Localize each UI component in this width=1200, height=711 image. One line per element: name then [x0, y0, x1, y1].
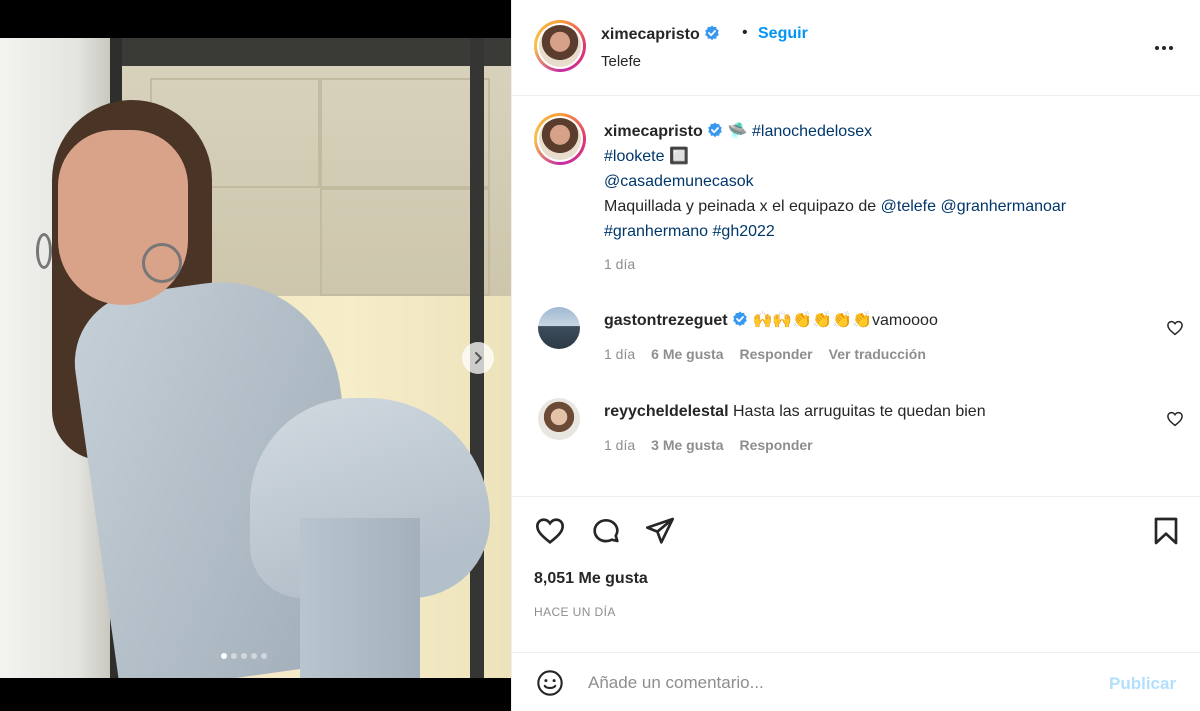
caption-line-3: @casademunecasok: [604, 169, 754, 194]
author-username-text: ximecapristo: [601, 26, 700, 43]
like-heart-icon[interactable]: [534, 515, 566, 547]
comment-body: reyycheldelestal Hasta las arruguitas te…: [604, 399, 986, 424]
heart-icon[interactable]: [1166, 319, 1184, 337]
carousel-dot: [221, 653, 227, 659]
avatar-border: [537, 116, 583, 162]
reply-button[interactable]: Responder: [740, 437, 813, 453]
carousel-dot: [231, 653, 237, 659]
save-bookmark-icon[interactable]: [1150, 515, 1182, 547]
verified-badge-icon: [733, 311, 747, 327]
post-header: ximecapristo • Seguir Telefe: [512, 0, 1200, 96]
emoji-icon[interactable]: [536, 669, 564, 697]
comment-meta: 1 día 3 Me gusta Responder: [604, 437, 813, 453]
comment-likes[interactable]: 3 Me gusta: [651, 437, 723, 453]
author-avatar[interactable]: [534, 20, 586, 72]
add-comment-bar: Publicar: [512, 652, 1200, 711]
verified-badge-icon: [705, 25, 719, 41]
post-timestamp[interactable]: HACE UN DÍA: [534, 605, 616, 619]
chevron-right-icon: [475, 352, 482, 364]
caption-username[interactable]: ximecapristo: [604, 123, 703, 140]
ceiling-tile: [320, 78, 490, 188]
caption-symbol: 🔲: [664, 148, 689, 165]
post-photo[interactable]: [0, 38, 511, 678]
reply-button[interactable]: Responder: [740, 346, 813, 362]
next-slide-button[interactable]: [462, 342, 494, 374]
mention-granhermanoar[interactable]: @granhermanoar: [940, 198, 1066, 215]
mention-casademunecasok[interactable]: @casademunecasok: [604, 173, 754, 190]
likes-count[interactable]: 8,051 Me gusta: [534, 570, 648, 588]
publish-button[interactable]: Publicar: [1109, 674, 1176, 694]
follow-button[interactable]: Seguir: [758, 25, 808, 43]
caption-line-1: ximecapristo 🛸 #lanochedelosex: [604, 119, 872, 144]
commenter-username[interactable]: gastontrezeguet: [604, 312, 728, 329]
heart-icon[interactable]: [1166, 410, 1184, 428]
share-plane-icon[interactable]: [644, 515, 676, 547]
post-details-panel: ximecapristo • Seguir Telefe ximecaprist…: [511, 0, 1200, 711]
see-translation-button[interactable]: Ver traducción: [829, 346, 926, 362]
carousel-dot: [251, 653, 257, 659]
photo-earring: [142, 243, 182, 283]
carousel-dot: [261, 653, 267, 659]
caption-text: Maquillada y peinada x el equipazo de: [604, 198, 881, 215]
post-media: [0, 0, 511, 711]
carousel-indicator: [221, 653, 267, 659]
avatar-border: [537, 23, 583, 69]
hashtag-gh2022[interactable]: #gh2022: [713, 223, 775, 240]
photo-earring: [36, 233, 52, 269]
comment-input[interactable]: [588, 665, 1088, 701]
comment-body: gastontrezeguet 🙌🙌👏👏👏👏vamoooo: [604, 308, 938, 333]
comment-text: Hasta las arruguitas te quedan bien: [732, 403, 986, 420]
more-options-icon[interactable]: [1152, 38, 1176, 58]
hashtag-lanochedelosex[interactable]: #lanochedelosex: [752, 123, 872, 140]
author-username[interactable]: ximecapristo: [601, 25, 720, 44]
caption-line-2: #lookete 🔲: [604, 144, 689, 169]
post-location[interactable]: Telefe: [601, 53, 641, 70]
hashtag-lookete[interactable]: #lookete: [604, 148, 665, 165]
comment-time[interactable]: 1 día: [604, 437, 635, 453]
verified-badge-icon: [708, 122, 722, 138]
commenter-avatar[interactable]: [538, 398, 580, 440]
comment-likes[interactable]: 6 Me gusta: [651, 346, 723, 362]
comment-time[interactable]: 1 día: [604, 346, 635, 362]
hashtag-granhermano[interactable]: #granhermano: [604, 223, 708, 240]
mention-telefe[interactable]: @telefe: [881, 198, 936, 215]
comment-meta: 1 día 6 Me gusta Responder Ver traducció…: [604, 346, 926, 362]
avatar-image: [539, 25, 581, 67]
ceiling-tile: [320, 188, 490, 296]
caption-time[interactable]: 1 día: [604, 256, 635, 272]
ufo-emoji: 🛸: [727, 123, 748, 140]
avatar-image: [539, 118, 581, 160]
photo-door-frame-top: [108, 38, 511, 66]
commenter-username[interactable]: reyycheldelestal: [604, 403, 729, 420]
carousel-dot: [241, 653, 247, 659]
comment-bubble-icon[interactable]: [590, 515, 622, 547]
caption-line-4: Maquillada y peinada x el equipazo de @t…: [604, 194, 1066, 219]
photo-legs: [300, 518, 420, 678]
caption-line-5: #granhermano #gh2022: [604, 219, 775, 244]
header-separator: •: [742, 24, 748, 41]
comment-text: 🙌🙌👏👏👏👏vamoooo: [752, 312, 938, 329]
commenter-avatar[interactable]: [538, 307, 580, 349]
caption-author-avatar[interactable]: [534, 113, 586, 165]
